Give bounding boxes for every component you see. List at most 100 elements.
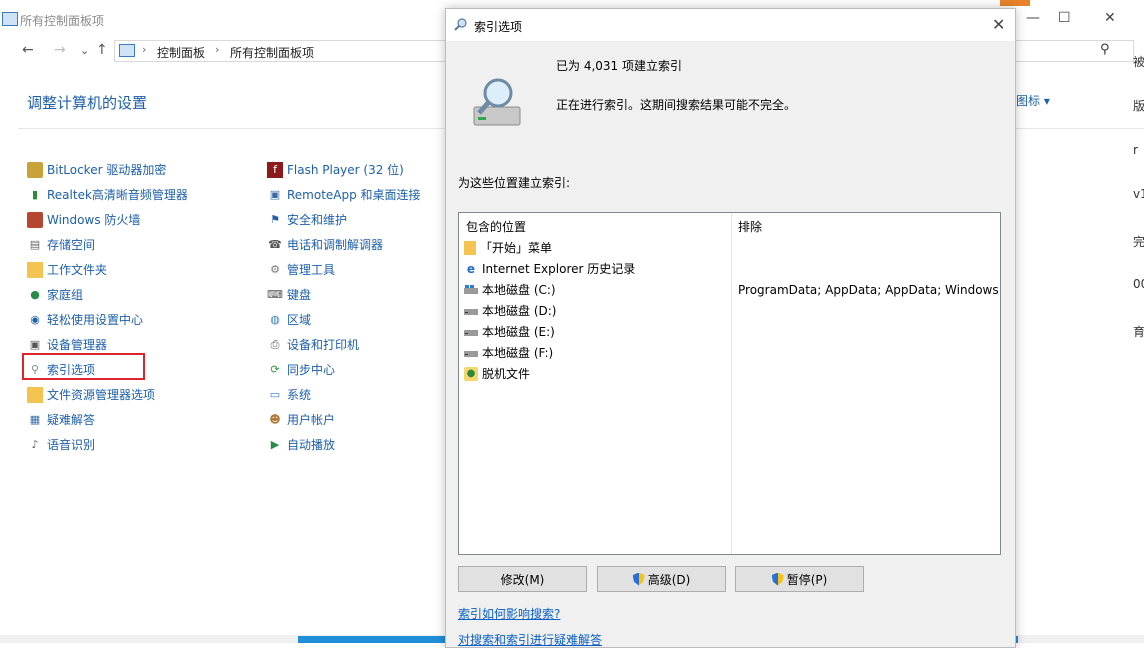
- ie-icon: e: [466, 261, 476, 276]
- bitlocker-icon: [27, 161, 43, 178]
- list-item[interactable]: 本地磁盘 (E:): [464, 321, 555, 342]
- dialog-close-button[interactable]: ✕: [992, 15, 1005, 34]
- cp-item-autoplay[interactable]: ▶ 自动播放: [267, 432, 421, 457]
- up-button[interactable]: ↑: [96, 42, 108, 58]
- maximize-button[interactable]: ☐: [1058, 10, 1071, 26]
- system-icon: ▭: [269, 387, 281, 401]
- storage-icon: ▤: [29, 237, 41, 251]
- control-panel-icon: [2, 12, 18, 26]
- background-text: r: [1133, 143, 1138, 157]
- offline-files-icon: ●: [464, 366, 478, 381]
- index-locations-label: 为这些位置建立索引:: [458, 176, 571, 190]
- cp-item-realtek[interactable]: ▮ Realtek高清晰音频管理器: [27, 182, 188, 207]
- forward-button[interactable]: →: [54, 42, 66, 58]
- folder-icon: [464, 240, 476, 255]
- left-item-list: BitLocker 驱动器加密 ▮ Realtek高清晰音频管理器 Windows…: [27, 157, 188, 457]
- troubleshoot-search-link[interactable]: 对搜索和索引进行疑难解答: [458, 631, 602, 648]
- background-text: v1: [1133, 187, 1144, 201]
- folder-options-icon: [27, 386, 43, 403]
- cp-item-troubleshooting[interactable]: ▦ 疑难解答: [27, 407, 188, 432]
- how-indexing-affects-search-link[interactable]: 索引如何影响搜索?: [458, 605, 560, 622]
- device-manager-icon: ▣: [29, 337, 41, 351]
- indexing-icon: [454, 18, 468, 35]
- view-by-dropdown[interactable]: 图标 ▾: [1016, 92, 1050, 109]
- cp-item-sync-center[interactable]: ⟳ 同步中心: [267, 357, 421, 382]
- microphone-icon: ♪: [31, 437, 39, 451]
- flag-icon: ⚑: [270, 212, 280, 226]
- breadcrumb-control-panel[interactable]: 控制面板: [157, 44, 205, 61]
- pause-button[interactable]: 暂停(P): [735, 566, 864, 592]
- cp-item-remoteapp[interactable]: ▣ RemoteApp 和桌面连接: [267, 182, 421, 207]
- indexing-options-dialog: 索引选项 ✕ 已为 4,031 项建立索引 正在进行索引。这期间搜索结果可能不完…: [445, 8, 1016, 648]
- cp-item-folder-options[interactable]: 文件资源管理器选项: [27, 382, 188, 407]
- chevron-right-icon[interactable]: ›: [215, 43, 219, 56]
- cp-item-devices-printers[interactable]: ⎙ 设备和打印机: [267, 332, 421, 357]
- exclude-value-c: ProgramData; AppData; AppData; Windows: [738, 283, 999, 297]
- autoplay-icon: ▶: [270, 437, 280, 451]
- dialog-titlebar[interactable]: [446, 9, 1015, 41]
- column-header-included: 包含的位置: [466, 220, 527, 234]
- cp-item-user-accounts[interactable]: ☻ 用户帐户: [267, 407, 421, 432]
- list-item[interactable]: ● 脱机文件: [464, 363, 530, 384]
- recent-dropdown-button[interactable]: ⌄: [80, 44, 89, 57]
- list-item[interactable]: 本地磁盘 (D:): [464, 300, 556, 321]
- users-icon: ☻: [269, 412, 281, 426]
- homegroup-icon: ●: [30, 287, 40, 301]
- list-item[interactable]: 本地磁盘 (F:): [464, 342, 553, 363]
- indexing-status-icon: [472, 73, 524, 136]
- cp-item-region[interactable]: ◍ 区域: [267, 307, 421, 332]
- indexed-locations-list[interactable]: 包含的位置 排除 「开始」菜单 e Internet Explorer 历史记录 …: [458, 212, 1001, 555]
- sync-icon: ⟳: [270, 362, 280, 376]
- remoteapp-icon: ▣: [269, 187, 281, 201]
- accessibility-icon: ◉: [30, 312, 40, 326]
- control-panel-icon: [119, 44, 135, 57]
- background-text: 00: [1133, 277, 1144, 291]
- window-title: 所有控制面板项: [20, 14, 105, 28]
- chevron-right-icon[interactable]: ›: [142, 43, 146, 56]
- cp-item-phone-modem[interactable]: ☎ 电话和调制解调器: [267, 232, 421, 257]
- uac-shield-icon: [771, 572, 784, 586]
- printer-icon: ⎙: [270, 337, 280, 351]
- cp-item-work-folders[interactable]: 工作文件夹: [27, 257, 188, 282]
- firewall-icon: [27, 211, 43, 228]
- cp-item-homegroup[interactable]: ● 家庭组: [27, 282, 188, 307]
- search-icon[interactable]: ⚲: [1100, 42, 1110, 57]
- background-text: 完: [1133, 235, 1144, 249]
- troubleshoot-icon: ▦: [29, 412, 41, 426]
- close-button[interactable]: ✕: [1104, 10, 1116, 26]
- cp-item-admin-tools[interactable]: ⚙ 管理工具: [267, 257, 421, 282]
- background-text: 被: [1133, 55, 1144, 69]
- list-item[interactable]: e Internet Explorer 历史记录: [464, 258, 635, 279]
- cp-item-storage[interactable]: ▤ 存储空间: [27, 232, 188, 257]
- cp-item-bitlocker[interactable]: BitLocker 驱动器加密: [27, 157, 188, 182]
- column-header-exclude: 排除: [738, 220, 763, 234]
- background-window-edge: [1000, 0, 1030, 6]
- right-item-list: f Flash Player (32 位) ▣ RemoteApp 和桌面连接 ⚑ 安…: [267, 157, 421, 457]
- globe-icon: ◍: [270, 312, 280, 326]
- cp-item-system[interactable]: ▭ 系统: [267, 382, 421, 407]
- highlight-annotation: [22, 353, 145, 380]
- flash-icon: f: [267, 161, 283, 178]
- column-divider: [731, 213, 732, 554]
- advanced-button[interactable]: 高级(D): [597, 566, 726, 592]
- minimize-button[interactable]: —: [1026, 10, 1040, 26]
- cp-item-keyboard[interactable]: ⌨ 键盘: [267, 282, 421, 307]
- background-text: 育: [1133, 325, 1144, 339]
- modify-button[interactable]: 修改(M): [458, 566, 587, 592]
- uac-shield-icon: [632, 572, 645, 586]
- background-text: 版: [1133, 99, 1144, 113]
- dialog-title: 索引选项: [474, 20, 523, 34]
- back-button[interactable]: ←: [22, 42, 34, 58]
- cp-item-ease-of-access[interactable]: ◉ 轻松使用设置中心: [27, 307, 188, 332]
- cp-item-speech-recognition[interactable]: ♪ 语音识别: [27, 432, 188, 457]
- cp-item-flash[interactable]: f Flash Player (32 位): [267, 157, 421, 182]
- breadcrumb-all-items[interactable]: 所有控制面板项: [230, 44, 314, 61]
- cp-item-firewall[interactable]: Windows 防火墙: [27, 207, 188, 232]
- indexed-count: 已为 4,031 项建立索引: [556, 59, 682, 73]
- cp-item-security[interactable]: ⚑ 安全和维护: [267, 207, 421, 232]
- drive-icon: [464, 325, 478, 339]
- list-item[interactable]: 「开始」菜单: [464, 237, 552, 258]
- drive-icon: [464, 283, 478, 297]
- list-item[interactable]: 本地磁盘 (C:): [464, 279, 556, 300]
- tools-icon: ⚙: [270, 262, 280, 276]
